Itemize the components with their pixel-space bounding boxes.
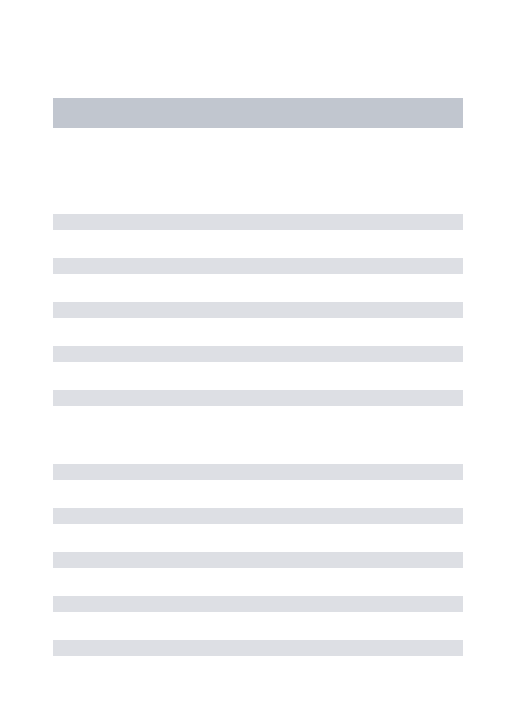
skeleton-line <box>53 346 463 362</box>
skeleton-line <box>53 596 463 612</box>
skeleton-gap <box>53 434 463 464</box>
skeleton-header <box>53 98 463 128</box>
skeleton-line <box>53 552 463 568</box>
skeleton-line <box>53 258 463 274</box>
skeleton-line <box>53 214 463 230</box>
skeleton-line <box>53 302 463 318</box>
skeleton-line <box>53 640 463 656</box>
skeleton-line <box>53 508 463 524</box>
skeleton-line <box>53 464 463 480</box>
skeleton-container <box>0 0 516 656</box>
skeleton-line <box>53 390 463 406</box>
